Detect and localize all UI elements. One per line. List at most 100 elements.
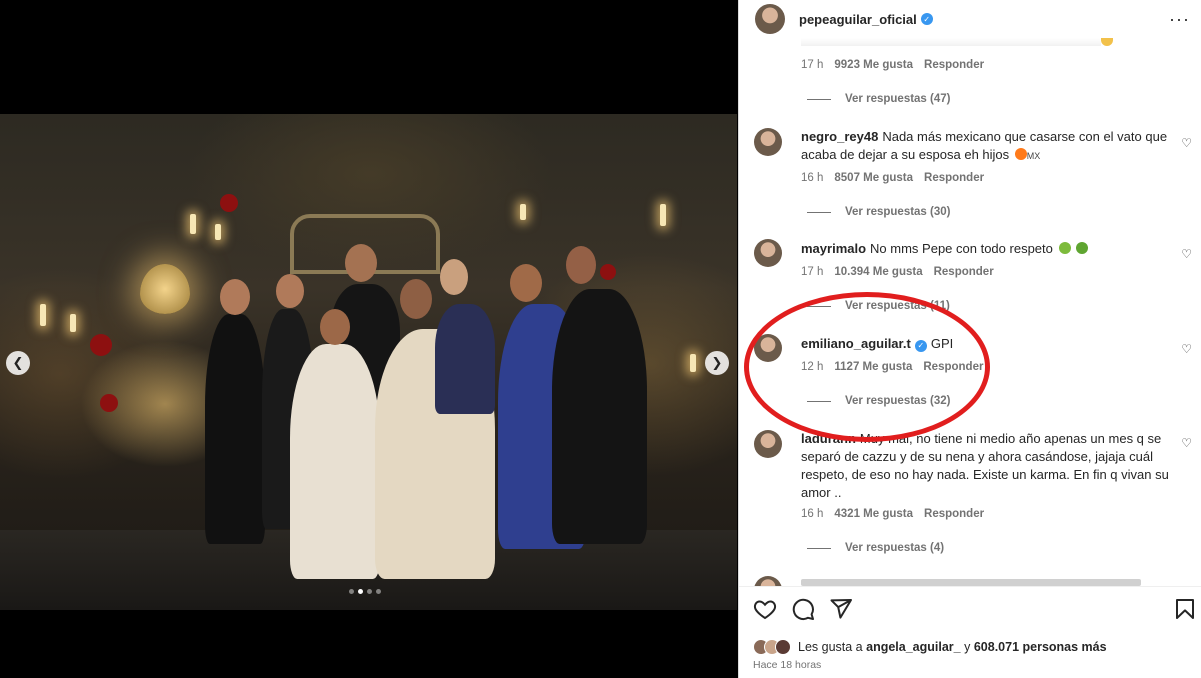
divider xyxy=(807,211,831,213)
likes-count[interactable]: 608.071 personas más xyxy=(974,640,1107,654)
post-media-pane: ❮ ❯ xyxy=(0,0,738,678)
comment-likes[interactable]: 4321 Me gusta xyxy=(834,508,913,520)
reply-button[interactable]: Responder xyxy=(934,266,994,278)
candle xyxy=(190,214,196,234)
comment-meta: 17 h 9923 Me gusta Responder xyxy=(801,59,984,71)
likes-text: Les gusta a angela_aguilar_ y 608.071 pe… xyxy=(798,640,1107,654)
likes-prefix: Les gusta a xyxy=(798,640,863,654)
comment-heart-icon[interactable]: ♡ xyxy=(1181,136,1192,150)
comment-body: negro_rey48 Nada más mexicano que casarse… xyxy=(801,128,1173,165)
post-header: pepeaguilar_oficial ✓ ··· xyxy=(739,0,1201,38)
divider xyxy=(807,400,831,402)
comment-meta: 16 h 8507 Me gusta Responder xyxy=(801,172,984,184)
reply-button[interactable]: Responder xyxy=(924,508,984,520)
nauseated-face-emoji-icon xyxy=(1076,242,1089,254)
comment-likes[interactable]: 10.394 Me gusta xyxy=(834,266,922,278)
post-timestamp: Hace 18 horas xyxy=(753,659,822,671)
more-horizontal-icon[interactable]: ··· xyxy=(1169,9,1190,30)
post-actions: Les gusta a angela_aguilar_ y 608.071 pe… xyxy=(739,586,1201,678)
chevron-right-icon: ❯ xyxy=(711,355,723,370)
person-head xyxy=(566,246,596,284)
carousel-dot xyxy=(376,589,381,594)
person-head xyxy=(440,259,468,295)
avatar[interactable] xyxy=(754,576,782,586)
rose-decoration xyxy=(220,194,238,212)
sacred-heart-ornament xyxy=(140,264,190,314)
chevron-left-icon: ❮ xyxy=(12,355,24,370)
comment-body: emiliano_aguilar.t ✓ GPI xyxy=(801,335,1173,353)
view-replies-label: Ver respuestas (4) xyxy=(845,542,945,554)
post-author[interactable]: pepeaguilar_oficial ✓ xyxy=(799,12,933,27)
person-head xyxy=(220,279,250,315)
rose-decoration xyxy=(90,334,112,356)
comment-heart-icon[interactable]: ♡ xyxy=(1181,342,1192,356)
comment-heart-icon[interactable]: ♡ xyxy=(1181,436,1192,450)
flag-badge: MX xyxy=(1026,151,1041,161)
comment-username[interactable]: emiliano_aguilar.t xyxy=(801,336,911,351)
view-replies-button[interactable]: Ver respuestas (32) xyxy=(807,395,950,407)
divider xyxy=(807,98,831,100)
avatar xyxy=(775,639,791,655)
comment-likes[interactable]: 9923 Me gusta xyxy=(834,59,913,71)
comments-panel: pepeaguilar_oficial ✓ ··· 17 h 9923 Me g… xyxy=(738,0,1201,678)
comment-meta: 12 h 1127 Me gusta Responder xyxy=(801,361,983,373)
comment-likes[interactable]: 8507 Me gusta xyxy=(834,172,913,184)
person xyxy=(205,314,265,544)
previous-photo-button[interactable]: ❮ xyxy=(6,351,30,375)
comment-likes[interactable]: 1127 Me gusta xyxy=(834,361,912,373)
avatar[interactable] xyxy=(754,239,782,267)
comment-username[interactable]: ladurann xyxy=(801,431,856,446)
liker-username[interactable]: angela_aguilar_ xyxy=(866,640,961,654)
candle xyxy=(690,354,696,372)
likes-middle: y xyxy=(964,640,971,654)
comment-time: 16 h xyxy=(801,508,824,520)
avatar[interactable] xyxy=(755,4,785,34)
bride xyxy=(290,344,380,579)
bookmark-icon[interactable] xyxy=(1173,597,1197,621)
avatar[interactable] xyxy=(754,128,782,156)
comment-body: mayrimalo No mms Pepe con todo respeto xyxy=(801,240,1173,258)
reply-button[interactable]: Responder xyxy=(923,361,983,373)
comment-meta: 17 h 10.394 Me gusta Responder xyxy=(801,266,994,278)
send-icon[interactable] xyxy=(829,597,853,621)
heart-icon[interactable] xyxy=(753,597,777,621)
comment-time: 17 h xyxy=(801,59,824,71)
comment-heart-icon[interactable]: ♡ xyxy=(1181,247,1192,261)
post-author-username[interactable]: pepeaguilar_oficial xyxy=(799,12,917,27)
reply-button[interactable]: Responder xyxy=(924,59,984,71)
comment-meta: 16 h 4321 Me gusta Responder xyxy=(801,508,984,520)
divider xyxy=(807,305,831,307)
rose-decoration xyxy=(600,264,616,280)
post-photo[interactable] xyxy=(0,114,737,610)
comment-text: No mms Pepe con todo respeto xyxy=(870,241,1053,256)
view-replies-button[interactable]: Ver respuestas (30) xyxy=(807,206,950,218)
view-replies-button[interactable]: Ver respuestas (4) xyxy=(807,542,944,554)
carousel-dot xyxy=(349,589,354,594)
comment-time: 17 h xyxy=(801,266,824,278)
comment-username[interactable]: negro_rey48 xyxy=(801,129,878,144)
rose-decoration xyxy=(100,394,118,412)
avatar[interactable] xyxy=(754,334,782,362)
view-replies-label: Ver respuestas (30) xyxy=(845,206,951,218)
view-replies-button[interactable]: Ver respuestas (11) xyxy=(807,300,950,312)
view-replies-label: Ver respuestas (11) xyxy=(845,300,950,312)
person xyxy=(435,304,495,414)
comment-icon[interactable] xyxy=(791,597,815,621)
carousel-dot-active xyxy=(358,589,363,594)
view-replies-button[interactable]: Ver respuestas (47) xyxy=(807,93,950,105)
reply-button[interactable]: Responder xyxy=(924,172,984,184)
person-head xyxy=(320,309,350,345)
likes-summary[interactable]: Les gusta a angela_aguilar_ y 608.071 pe… xyxy=(753,639,1107,655)
comment-text: Muy mal, no tiene ni medio año apenas un… xyxy=(801,431,1169,500)
comment-username[interactable]: mayrimalo xyxy=(801,241,866,256)
verified-badge-icon: ✓ xyxy=(920,13,933,25)
comment-time: 12 h xyxy=(801,361,824,373)
person xyxy=(552,289,647,544)
person-head xyxy=(400,279,432,319)
comment-time: 16 h xyxy=(801,172,824,184)
sick-face-emoji-icon xyxy=(1058,242,1071,254)
avatar[interactable] xyxy=(754,430,782,458)
candle xyxy=(520,204,526,220)
clipped-comment-text xyxy=(801,38,1101,46)
next-photo-button[interactable]: ❯ xyxy=(705,351,729,375)
